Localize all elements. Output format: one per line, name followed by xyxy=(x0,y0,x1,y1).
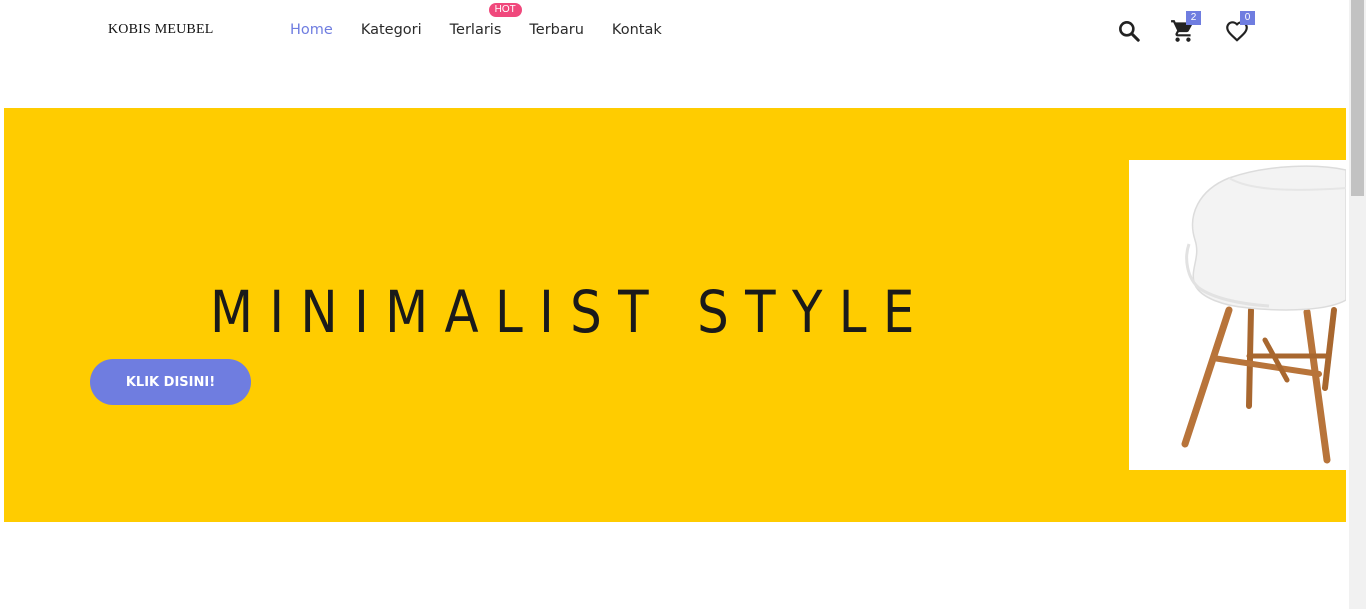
search-icon[interactable] xyxy=(1116,18,1142,44)
header-icons: 2 0 xyxy=(1116,11,1266,46)
nav-item-terbaru[interactable]: Terbaru xyxy=(529,22,584,38)
wishlist-count-badge: 0 xyxy=(1240,11,1255,25)
hero-banner: MINIMALIST STYLE KLIK DISINI! xyxy=(4,108,1346,522)
nav-item-kontak[interactable]: Kontak xyxy=(612,22,662,38)
chair-illustration xyxy=(1181,165,1346,464)
cart-count-badge: 2 xyxy=(1186,11,1201,25)
nav-item-home[interactable]: Home xyxy=(290,22,333,38)
wishlist-button[interactable]: 0 xyxy=(1224,11,1255,44)
nav-item-kategori[interactable]: Kategori xyxy=(361,22,422,38)
scrollbar-thumb[interactable] xyxy=(1351,0,1364,196)
nav-item-terlaris-label: Terlaris xyxy=(449,22,502,38)
chair-image xyxy=(1129,160,1346,470)
hot-badge: HOT xyxy=(488,3,522,17)
nav-item-terlaris[interactable]: Terlaris HOT xyxy=(449,3,522,38)
page: KOBIS MEUBEL Home Kategori Terlaris HOT … xyxy=(0,0,1366,609)
vertical-scrollbar[interactable] xyxy=(1349,0,1366,609)
brand-logo[interactable]: KOBIS MEUBEL xyxy=(108,22,213,38)
cta-button[interactable]: KLIK DISINI! xyxy=(90,359,251,405)
cart-button[interactable]: 2 xyxy=(1170,11,1201,44)
main-nav: Home Kategori Terlaris HOT Terbaru Konta… xyxy=(290,3,690,38)
hero-title: MINIMALIST STYLE xyxy=(210,278,931,346)
